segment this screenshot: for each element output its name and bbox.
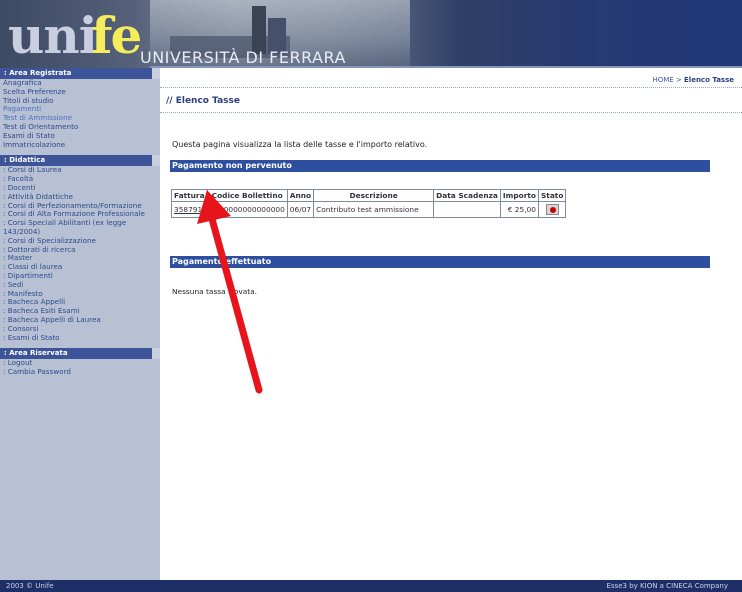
table-header-row: Fattura Codice Bollettino Anno Descrizio…: [171, 189, 567, 202]
page-title: // Elenco Tasse: [166, 96, 240, 106]
sidebar-item-esami-di-stato-2[interactable]: : Esami di Stato: [0, 333, 160, 343]
main-content: HOME > Elenco Tasse // Elenco Tasse Ques…: [160, 68, 742, 580]
cell-scadenza: [433, 201, 501, 218]
cell-codice: 0000000000000000: [206, 201, 288, 218]
cell-anno: 06/07: [286, 201, 315, 218]
cell-descrizione: Contributo test ammissione: [313, 201, 435, 218]
divider: [160, 112, 742, 113]
col-fattura: Fattura: [171, 189, 208, 202]
no-results-message: Nessuna tassa trovata.: [172, 287, 258, 296]
col-data-scadenza: Data Scadenza: [433, 189, 501, 202]
section-header-not-received: Pagamento non pervenuto: [170, 160, 710, 172]
university-name: UNIVERSITÀ DI FERRARA: [140, 48, 346, 67]
sidebar-item-immatricolazione[interactable]: Immatricolazione: [0, 140, 160, 150]
page: uni fe UNIVERSITÀ DI FERRARA : Area Regi…: [0, 0, 742, 592]
sidebar-item-cambia-password[interactable]: : Cambia Password: [0, 367, 160, 377]
col-descrizione: Descrizione: [313, 189, 435, 202]
breadcrumb-current: Elenco Tasse: [684, 76, 734, 84]
breadcrumb-home[interactable]: HOME: [652, 76, 673, 84]
section-header-received: Pagamento effettuato: [170, 256, 710, 268]
logo-uni: uni: [8, 6, 98, 65]
footer-powered: Esse3 by KION a CINECA Company: [606, 582, 728, 590]
sidebar-item-corsi-speciali[interactable]: : Corsi Speciali Abilitanti (ex legge 14…: [0, 218, 160, 237]
divider: [160, 87, 742, 88]
col-stato: Stato: [537, 189, 567, 202]
castle-tower: [252, 6, 266, 54]
col-codice-bollettino: Codice Bollettino: [206, 189, 288, 202]
footer-copyright: 2003 © Unife: [6, 582, 54, 590]
invoice-link[interactable]: 358791: [171, 201, 208, 218]
cell-importo: € 25,00: [499, 201, 539, 218]
table-row: 358791 0000000000000000 06/07 Contributo…: [171, 201, 567, 218]
breadcrumb: HOME > Elenco Tasse: [652, 76, 734, 84]
logo-fe: fe: [91, 6, 142, 65]
sidebar: : Area Registrata Anagrafica Scelta Pref…: [0, 68, 160, 580]
status-button[interactable]: [545, 204, 559, 215]
footer: 2003 © Unife Esse3 by KION a CINECA Comp…: [0, 580, 742, 592]
col-importo: Importo: [499, 189, 539, 202]
intro-text: Questa pagina visualizza la lista delle …: [172, 140, 428, 149]
cell-stato: [537, 201, 567, 218]
fees-table: Fattura Codice Bollettino Anno Descrizio…: [171, 189, 567, 218]
header-banner: uni fe UNIVERSITÀ DI FERRARA: [0, 0, 742, 68]
red-status-icon: [549, 207, 556, 213]
sidebar-item-dipartimenti[interactable]: : Dipartimenti: [0, 271, 160, 281]
col-anno: Anno: [286, 189, 315, 202]
